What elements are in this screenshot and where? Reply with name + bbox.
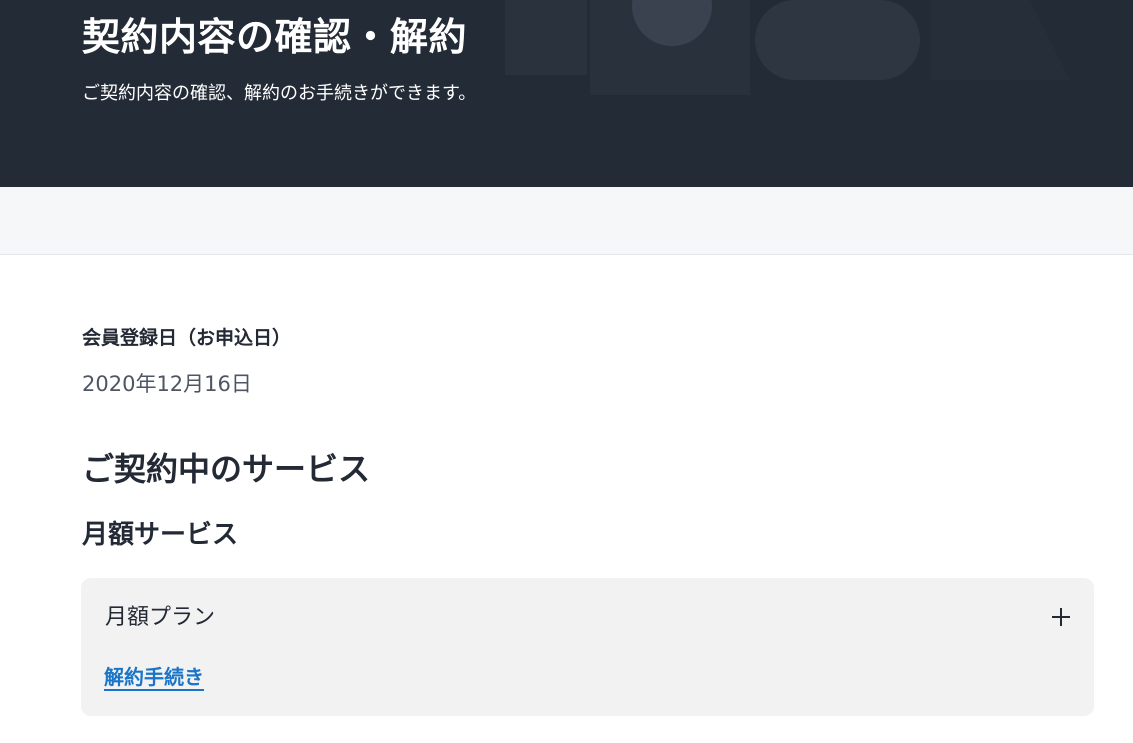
page-subtitle: ご契約内容の確認、解約のお手続きができます。 bbox=[82, 83, 477, 104]
monthly-services-heading: 月額サービス bbox=[82, 520, 239, 550]
monthly-plan-card: 月額プラン 解約手続き bbox=[81, 578, 1094, 716]
cancel-procedure-link[interactable]: 解約手続き bbox=[104, 662, 204, 692]
page-hero: 契約内容の確認・解約 ご契約内容の確認、解約のお手続きができます。 bbox=[0, 0, 1133, 187]
page-title: 契約内容の確認・解約 bbox=[82, 15, 468, 59]
plus-icon[interactable] bbox=[1050, 606, 1072, 628]
services-heading: ご契約中のサービス bbox=[82, 450, 371, 488]
header-band bbox=[0, 187, 1133, 255]
registration-date-label: 会員登録日（お申込日） bbox=[82, 327, 292, 349]
registration-date-value: 2020年12月16日 bbox=[82, 372, 252, 396]
plan-name: 月額プラン bbox=[105, 605, 216, 630]
